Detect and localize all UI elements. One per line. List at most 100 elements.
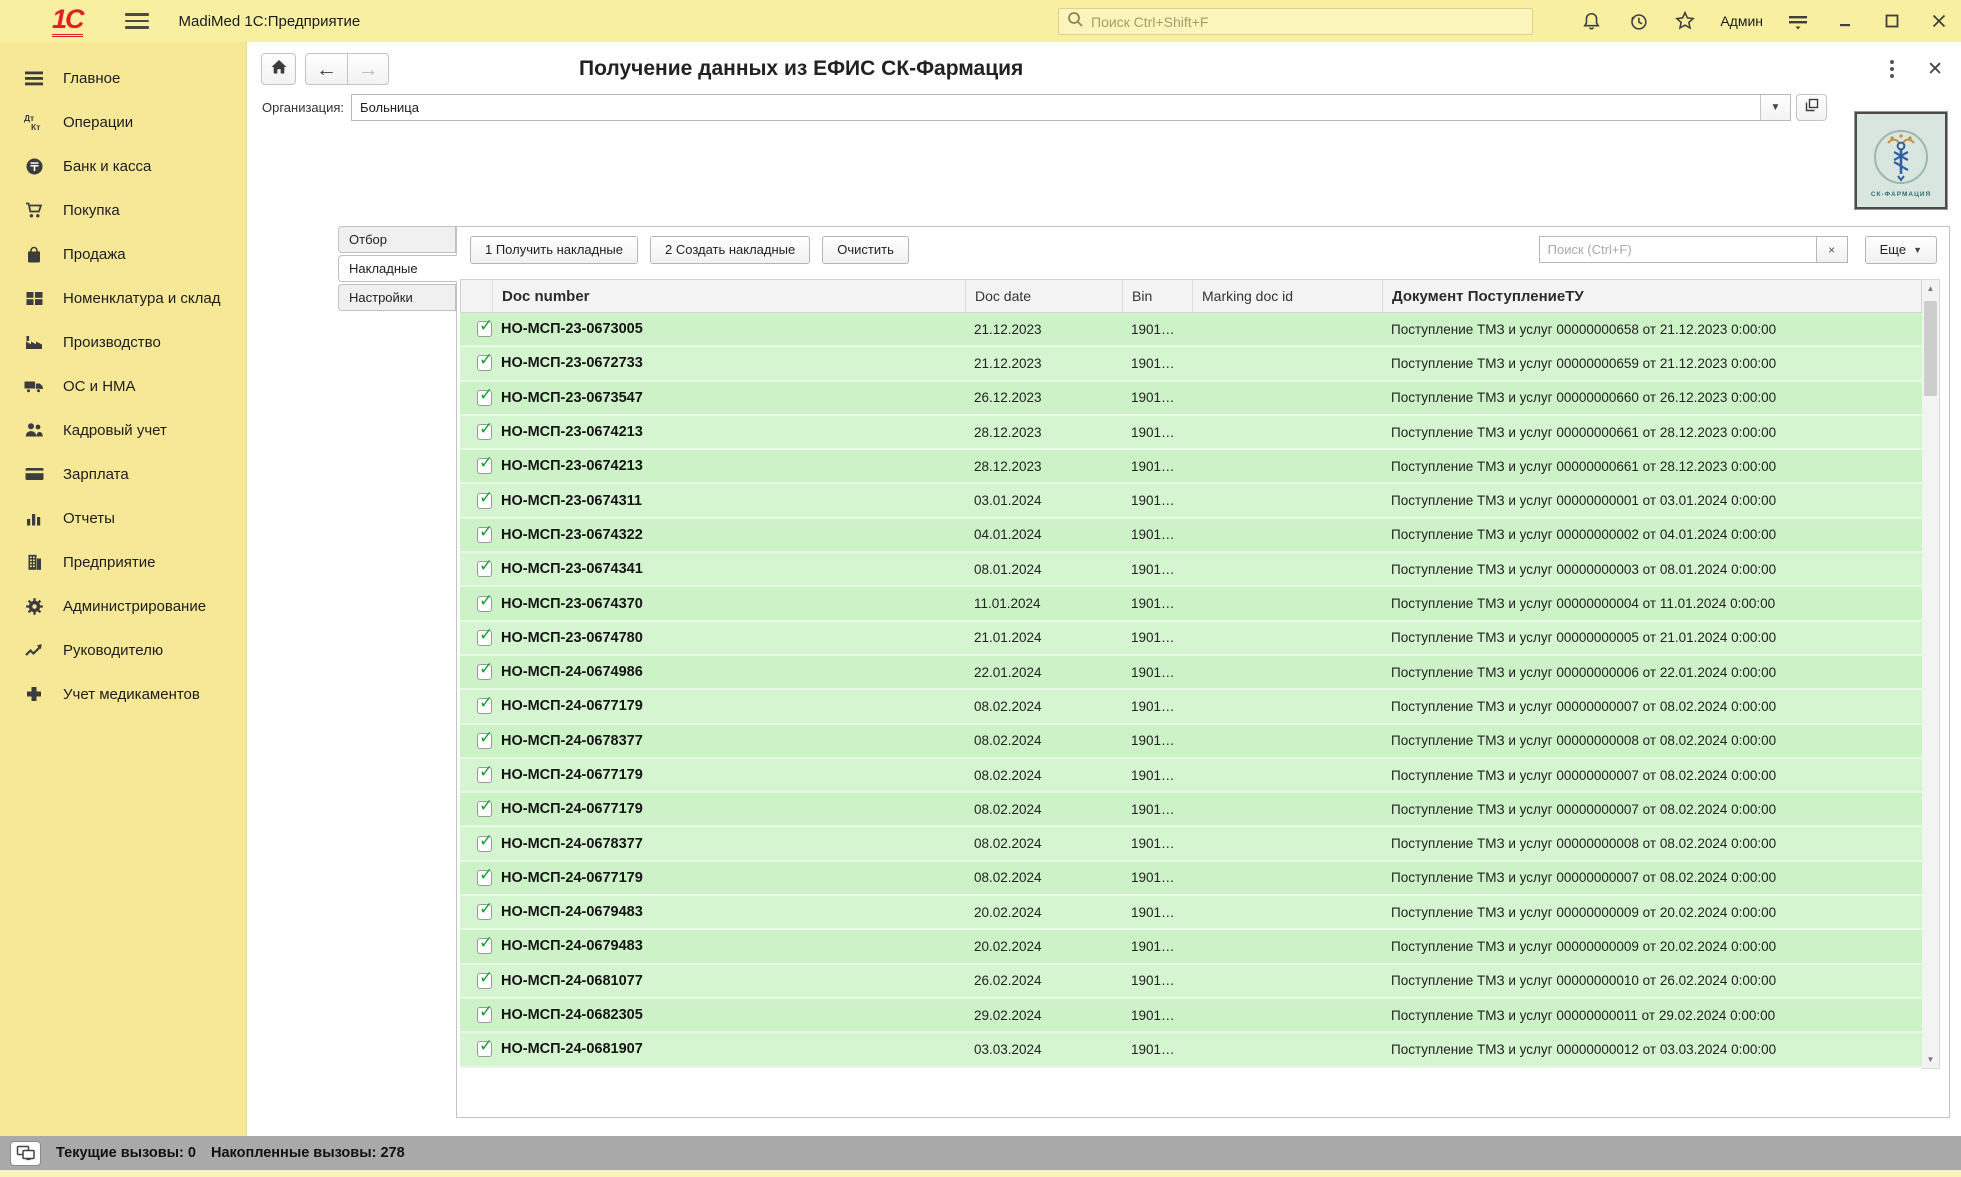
table-search-input[interactable]: Поиск (Ctrl+F)	[1539, 236, 1817, 263]
table-row[interactable]: ✓ НО-МСП-23-0674322 04.01.2024 1901… Пос…	[460, 519, 1922, 553]
sidebar-item-label: Главное	[63, 70, 120, 87]
row-checkbox[interactable]: ✓	[477, 664, 492, 680]
forward-button[interactable]: →	[347, 53, 389, 85]
global-search-input[interactable]: Поиск Ctrl+Shift+F	[1058, 8, 1533, 35]
row-checkbox[interactable]: ✓	[477, 870, 492, 886]
sidebar-item-predpriyatie[interactable]: Предприятие	[0, 540, 246, 584]
table-row[interactable]: ✓ НО-МСП-24-0682305 29.02.2024 1901… Пос…	[460, 999, 1922, 1033]
sidebar-item-os-i-nma[interactable]: ОС и НМА	[0, 364, 246, 408]
clear-button[interactable]: Очистить	[822, 236, 909, 264]
row-checkbox[interactable]: ✓	[477, 973, 492, 989]
sidebar-item-uchet-medikamentov[interactable]: Учет медикаментов	[0, 672, 246, 716]
table-scrollbar[interactable]: ▲ ▼	[1922, 279, 1940, 1069]
sidebar-item-nomenklatura-i-sklad[interactable]: Номенклатура и склад	[0, 276, 246, 320]
server-calls-icon[interactable]	[10, 1141, 41, 1166]
table-row[interactable]: ✓ НО-МСП-23-0674213 28.12.2023 1901… Пос…	[460, 450, 1922, 484]
sidebar-item-glavnoe[interactable]: Главное	[0, 56, 246, 100]
sidebar-item-kadrovyy-uchet[interactable]: Кадровый учет	[0, 408, 246, 452]
table-row[interactable]: ✓ НО-МСП-24-0677179 08.02.2024 1901… Пос…	[460, 690, 1922, 724]
table-row[interactable]: ✓ НО-МСП-23-0674780 21.01.2024 1901… Пос…	[460, 622, 1922, 656]
sidebar-item-otchety[interactable]: Отчеты	[0, 496, 246, 540]
row-checkbox[interactable]: ✓	[477, 321, 492, 337]
row-checkbox[interactable]: ✓	[477, 493, 492, 509]
sidebar-item-operatsii[interactable]: ДтКт Операции	[0, 100, 246, 144]
table-row[interactable]: ✓ НО-МСП-23-0674213 28.12.2023 1901… Пос…	[460, 416, 1922, 450]
table-row[interactable]: ✓ НО-МСП-24-0678377 08.02.2024 1901… Пос…	[460, 725, 1922, 759]
global-search-placeholder: Поиск Ctrl+Shift+F	[1091, 14, 1208, 30]
tab-otbor[interactable]: Отбор	[338, 226, 456, 253]
organization-input[interactable]: Больница ▼	[351, 94, 1791, 121]
column-header-1[interactable]: Doc number	[493, 280, 966, 312]
get-invoices-button[interactable]: 1 Получить накладные	[470, 236, 638, 264]
column-header-3[interactable]: Bin	[1123, 280, 1193, 312]
row-checkbox[interactable]: ✓	[477, 527, 492, 543]
row-checkbox[interactable]: ✓	[477, 355, 492, 371]
sidebar-item-zarplata[interactable]: Зарплата	[0, 452, 246, 496]
close-icon[interactable]	[1927, 9, 1951, 33]
scroll-up-icon[interactable]: ▲	[1922, 280, 1939, 297]
sidebar-item-proizvodstvo[interactable]: Производство	[0, 320, 246, 364]
table-row[interactable]: ✓ НО-МСП-23-0672733 21.12.2023 1901… Пос…	[460, 347, 1922, 381]
table-row[interactable]: ✓ НО-МСП-24-0677179 08.02.2024 1901… Пос…	[460, 862, 1922, 896]
star-icon[interactable]	[1673, 9, 1697, 33]
table-row[interactable]: ✓ НО-МСП-24-0679483 20.02.2024 1901… Пос…	[460, 896, 1922, 930]
row-checkbox[interactable]: ✓	[477, 836, 492, 852]
table-row[interactable]: ✓ НО-МСП-23-0674370 11.01.2024 1901… Пос…	[460, 587, 1922, 621]
table-row[interactable]: ✓ НО-МСП-24-0681077 26.02.2024 1901… Пос…	[460, 965, 1922, 999]
check-icon: ✓	[479, 453, 492, 473]
column-header-4[interactable]: Marking doc id	[1193, 280, 1383, 312]
history-icon[interactable]	[1626, 9, 1650, 33]
row-checkbox[interactable]: ✓	[477, 424, 492, 440]
sidebar-item-rukovoditelyu[interactable]: Руководителю	[0, 628, 246, 672]
tab-nakladnye[interactable]: Накладные	[338, 255, 457, 282]
check-icon: ✓	[479, 865, 492, 885]
sidebar-item-administrirovanie[interactable]: Администрирование	[0, 584, 246, 628]
row-checkbox[interactable]: ✓	[477, 733, 492, 749]
form-close-icon[interactable]: ✕	[1927, 60, 1943, 79]
user-name[interactable]: Админ	[1720, 13, 1763, 29]
more-menu-icon[interactable]	[1887, 57, 1897, 81]
organization-dropdown-icon[interactable]: ▼	[1760, 95, 1790, 120]
row-checkbox[interactable]: ✓	[477, 938, 492, 954]
tab-nastroyki[interactable]: Настройки	[338, 284, 456, 311]
home-button[interactable]	[261, 53, 296, 85]
column-header-2[interactable]: Doc date	[966, 280, 1123, 312]
table-row[interactable]: ✓ НО-МСП-23-0674311 03.01.2024 1901… Пос…	[460, 484, 1922, 518]
row-checkbox[interactable]: ✓	[477, 458, 492, 474]
table-row[interactable]: ✓ НО-МСП-24-0678377 08.02.2024 1901… Пос…	[460, 827, 1922, 861]
table-row[interactable]: ✓ НО-МСП-23-0673005 21.12.2023 1901… Пос…	[460, 313, 1922, 347]
more-button[interactable]: Еще ▼	[1865, 236, 1937, 264]
minimize-icon[interactable]	[1833, 9, 1857, 33]
row-checkbox[interactable]: ✓	[477, 767, 492, 783]
table-row[interactable]: ✓ НО-МСП-24-0679483 20.02.2024 1901… Пос…	[460, 930, 1922, 964]
scroll-down-icon[interactable]: ▼	[1922, 1051, 1939, 1068]
row-checkbox[interactable]: ✓	[477, 561, 492, 577]
table-row[interactable]: ✓ НО-МСП-24-0677179 08.02.2024 1901… Пос…	[460, 759, 1922, 793]
organization-open-button[interactable]	[1796, 94, 1827, 121]
user-menu-icon[interactable]	[1786, 9, 1810, 33]
main-menu-icon[interactable]	[125, 13, 149, 29]
column-header-5[interactable]: Документ ПоступлениеТУ	[1383, 280, 1921, 312]
clear-search-button[interactable]: ×	[1817, 236, 1848, 263]
sidebar-item-pokupka[interactable]: Покупка	[0, 188, 246, 232]
row-checkbox[interactable]: ✓	[477, 596, 492, 612]
table-row[interactable]: ✓ НО-МСП-24-0681907 03.03.2024 1901… Пос…	[460, 1033, 1922, 1067]
sidebar-item-bank-i-kassa[interactable]: Банк и касса	[0, 144, 246, 188]
maximize-icon[interactable]	[1880, 9, 1904, 33]
table-row[interactable]: ✓ НО-МСП-23-0673547 26.12.2023 1901… Пос…	[460, 382, 1922, 416]
back-button[interactable]: ←	[305, 53, 347, 85]
scrollbar-thumb[interactable]	[1924, 301, 1937, 396]
row-checkbox[interactable]: ✓	[477, 390, 492, 406]
table-row[interactable]: ✓ НО-МСП-24-0677179 08.02.2024 1901… Пос…	[460, 793, 1922, 827]
row-checkbox[interactable]: ✓	[477, 630, 492, 646]
sidebar-item-prodazha[interactable]: Продажа	[0, 232, 246, 276]
row-checkbox[interactable]: ✓	[477, 1007, 492, 1023]
row-checkbox[interactable]: ✓	[477, 904, 492, 920]
row-checkbox[interactable]: ✓	[477, 698, 492, 714]
bell-icon[interactable]	[1579, 9, 1603, 33]
row-checkbox[interactable]: ✓	[477, 1041, 492, 1057]
table-row[interactable]: ✓ НО-МСП-24-0674986 22.01.2024 1901… Пос…	[460, 656, 1922, 690]
create-invoices-button[interactable]: 2 Создать накладные	[650, 236, 810, 264]
table-row[interactable]: ✓ НО-МСП-23-0674341 08.01.2024 1901… Пос…	[460, 553, 1922, 587]
row-checkbox[interactable]: ✓	[477, 801, 492, 817]
